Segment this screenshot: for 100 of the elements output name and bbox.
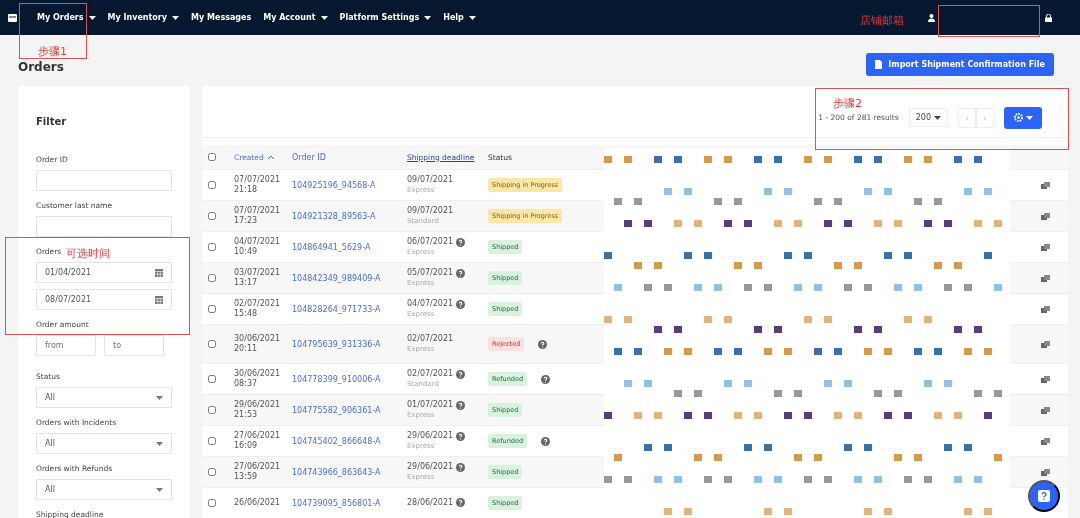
caret-icon [156,396,163,400]
nav-menu-item[interactable]: My Messages [185,13,258,22]
user-icon[interactable] [928,13,935,22]
created-date: 02/07/2021 [234,298,282,309]
row-checkbox[interactable] [208,305,216,313]
created-date: 30/06/2021 [234,368,282,379]
row-action-icon[interactable] [1041,406,1050,414]
row-action-icon[interactable] [1041,181,1050,189]
sort-up-icon [267,155,274,159]
nav-menu-item[interactable]: Platform Settings [333,13,438,22]
settings-button[interactable] [1004,106,1042,129]
created-time: 21:53 [234,410,259,421]
order-id-link[interactable]: 104921328_89563-A [292,211,407,221]
row-action-icon[interactable] [1041,468,1050,476]
date-field[interactable]: 01/04/2021 [36,262,172,283]
row-action-icon[interactable] [1041,340,1050,348]
help-icon [456,369,466,379]
order-id-link[interactable]: 104745402_866648-A [292,436,407,446]
annotation-label: 步骤1 [38,44,67,59]
created-time: 08:37 [234,379,259,390]
row-action-icon[interactable] [1041,375,1050,383]
order-id-link[interactable]: 104739095_856801-A [292,498,407,508]
row-checkbox[interactable] [208,437,216,445]
caret-icon [424,15,432,20]
caret-icon [934,115,941,120]
row-checkbox[interactable] [208,181,216,189]
settings-icon [1013,113,1023,122]
nav-menu-item[interactable]: My Orders [31,13,102,22]
select-field[interactable]: All [36,479,172,500]
created-time: 10:49 [234,247,259,258]
deadline-date: 09/07/2021 [407,175,454,186]
created-date: 29/06/2021 [234,399,282,410]
order-id-link[interactable]: 104775582_906361-A [292,405,407,415]
order-id-link[interactable]: 104864941_5629-A [292,242,407,252]
input-field[interactable] [36,170,172,191]
caret-icon [172,15,180,20]
order-id-link[interactable]: 104925196_94568-A [292,180,407,190]
deadline-date: 01/07/2021 [407,400,454,411]
deadline-date: 04/07/2021 [407,299,454,310]
created-date: 07/07/2021 [234,205,282,216]
file-icon [875,60,883,69]
lock-icon[interactable] [1045,13,1052,22]
help-icon [456,268,466,278]
input-field[interactable]: to [104,335,164,356]
deadline-date: 09/07/2021 [407,206,454,217]
nav-menu-item[interactable]: My Account [257,13,334,22]
page-size-select[interactable]: 200 [908,108,948,127]
created-time: 15:48 [234,309,259,320]
input-field[interactable]: from [36,335,96,356]
row-action-icon[interactable] [1041,437,1050,445]
logo-icon[interactable] [8,13,17,22]
caret-icon [156,488,163,492]
caret-icon [88,15,96,20]
help-icon [456,237,466,247]
help-icon [456,299,466,309]
created-time: 13:59 [234,472,259,483]
import-button[interactable]: Import Shipment Confirmation File [866,53,1054,76]
filter-title: Filter [36,116,68,127]
row-checkbox[interactable] [208,375,216,383]
created-date: 07/07/2021 [234,174,282,185]
created-date: 03/07/2021 [234,267,282,278]
order-id-link[interactable]: 104743966_863643-A [292,467,407,477]
deadline-date: 29/06/2021 [407,462,454,473]
deadline-date: 02/07/2021 [407,369,454,380]
order-id-link[interactable]: 104778399_910006-A [292,374,407,384]
row-checkbox[interactable] [208,499,216,507]
select-field[interactable]: All [36,433,172,454]
row-action-icon[interactable] [1041,274,1050,282]
select-field[interactable]: All [36,387,172,408]
row-checkbox[interactable] [208,468,216,476]
row-checkbox[interactable] [208,340,216,348]
select-all-checkbox[interactable] [208,153,216,161]
help-icon [1038,490,1050,502]
order-id-link[interactable]: 104842349_989409-A [292,273,407,283]
created-time: 16:09 [234,441,259,452]
created-date: 26/06/2021 [234,497,282,509]
input-field[interactable] [36,216,172,237]
row-checkbox[interactable] [208,212,216,220]
help-icon [456,400,466,410]
row-action-icon[interactable] [1041,212,1050,220]
row-action-icon[interactable] [1041,305,1050,313]
created-date: 27/06/2021 [234,430,282,441]
annotation-label: 店铺邮箱 [860,13,904,28]
order-id-link[interactable]: 104795639_931336-A [292,339,407,349]
order-id-link[interactable]: 104828264_971733-A [292,304,407,314]
deadline-date: 06/07/2021 [407,237,454,248]
row-checkbox[interactable] [208,274,216,282]
date-field[interactable]: 08/07/2021 [36,289,172,310]
calendar-icon[interactable] [155,268,163,277]
column-header[interactable]: Order ID [292,152,407,162]
caret-icon [1025,115,1033,120]
created-date: 27/06/2021 [234,461,282,472]
row-action-icon[interactable] [1041,243,1050,251]
nav-menu-item[interactable]: Help [437,13,482,22]
help-icon [456,498,466,508]
row-checkbox[interactable] [208,406,216,414]
row-checkbox[interactable] [208,243,216,251]
nav-menu-item[interactable]: My Inventory [101,13,186,22]
calendar-icon[interactable] [155,295,163,304]
page-title: Orders [18,59,64,74]
